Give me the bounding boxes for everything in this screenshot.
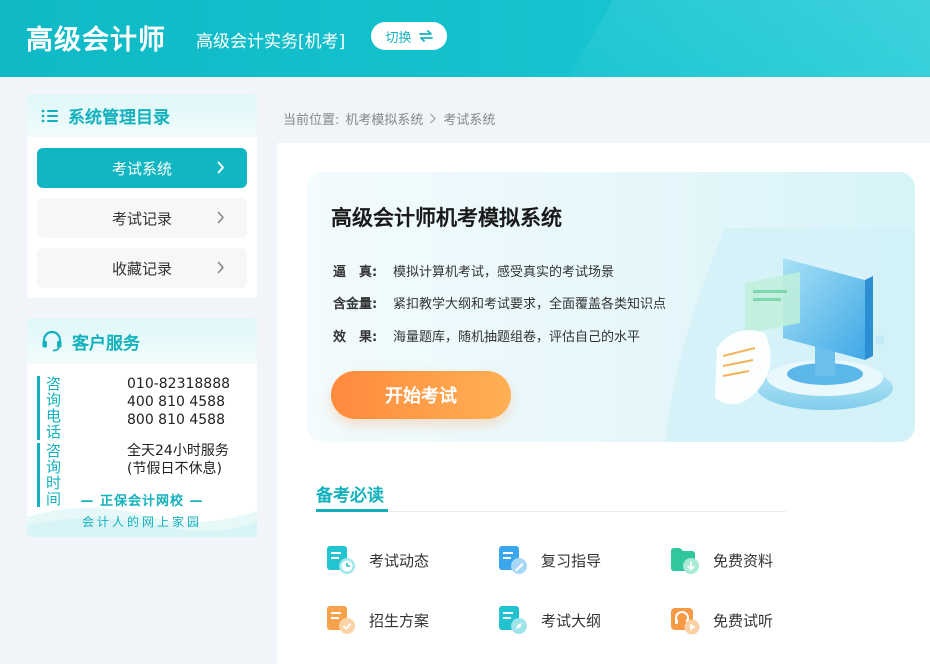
chevron-right-icon [217, 211, 224, 224]
prep-link-exam-news[interactable]: 考试动态 [325, 544, 429, 576]
chevron-right-icon [430, 113, 437, 124]
chevron-right-icon [217, 161, 224, 174]
computer-illustration [665, 228, 915, 442]
headset-icon [42, 330, 62, 352]
news-clock-icon [327, 546, 355, 574]
time-note: (节假日不休息) [127, 461, 222, 477]
headphones-play-icon [671, 608, 700, 635]
phone-number: 800 810 4588 [127, 412, 225, 428]
feature-item: 含金量: 紧扣教学大纲和考试要求，全面覆盖各类知识点 [333, 293, 666, 312]
catalog-panel: 系统管理目录 考试系统 考试记录 收藏记录 [27, 94, 257, 298]
service-panel: 客户服务 咨询电话 010-82318888 400 810 4588 800 … [27, 318, 257, 537]
hero-title: 高级会计师机考模拟系统 [331, 206, 562, 230]
guide-pen-icon [499, 546, 527, 574]
feature-value: 模拟计算机考试，感受真实的考试场景 [393, 265, 615, 280]
prep-link-label: 复习指导 [541, 551, 602, 570]
phone-number: 400 810 4588 [127, 394, 225, 410]
service-title: 客户服务 [72, 333, 140, 354]
prep-link-free-materials[interactable]: 免费资料 [669, 544, 773, 576]
feature-key: 效 果: [333, 330, 378, 345]
brand-name: — 正保会计网校 — [80, 494, 204, 509]
chevron-right-icon [217, 261, 224, 274]
prep-link-label: 考试大纲 [541, 611, 602, 630]
logo-title: 高级会计师 [26, 25, 166, 56]
catalog-title: 系统管理目录 [68, 108, 170, 128]
sidebar-item-favorites[interactable]: 收藏记录 [37, 248, 247, 288]
prep-link-review-guide[interactable]: 复习指导 [497, 544, 601, 576]
feature-item: 效 果: 海量题库，随机抽题组卷，评估自己的水平 [333, 326, 640, 345]
outline-compass-icon [499, 606, 527, 634]
prep-link-enrollment-plan[interactable]: 招生方案 [325, 604, 429, 636]
folder-download-icon [671, 548, 699, 574]
breadcrumb-item: 考试系统 [443, 113, 496, 128]
hero-banner: 高级会计师机考模拟系统 逼 真: 模拟计算机考试，感受真实的考试场景 含金量: 紧扣… [307, 172, 915, 442]
prep-link-label: 免费资料 [713, 551, 774, 570]
main-content: 高级会计师机考模拟系统 逼 真: 模拟计算机考试，感受真实的考试场景 含金量: 紧扣… [277, 143, 930, 664]
sidebar-item-label: 考试记录 [111, 209, 172, 228]
service-header: 客户服务 [27, 318, 257, 364]
brand-block: — 正保会计网校 — 会计人的网上家园 [27, 490, 257, 530]
exam-name: 高级会计实务[机考] [196, 32, 346, 52]
app-header: 高级会计师 高级会计实务[机考] 切换 [0, 0, 930, 77]
feature-key: 含金量: [333, 297, 378, 312]
feature-value: 紧扣教学大纲和考试要求，全面覆盖各类知识点 [393, 297, 667, 312]
feature-value: 海量题库，随机抽题组卷，评估自己的水平 [393, 330, 641, 345]
feature-key: 逼 真: [333, 265, 378, 280]
sidebar-item-exam-records[interactable]: 考试记录 [37, 198, 247, 238]
time-value: 全天24小时服务 [127, 443, 229, 459]
sidebar-item-label: 收藏记录 [111, 259, 172, 278]
sidebar-item-label: 考试系统 [111, 159, 172, 178]
breadcrumb-prefix: 当前位置: [283, 113, 340, 128]
prep-link-label: 招生方案 [369, 611, 430, 630]
catalog-header: 系统管理目录 [27, 94, 257, 137]
section-underline [316, 509, 388, 512]
start-exam-button[interactable]: 开始考试 [331, 371, 511, 419]
feature-item: 逼 真: 模拟计算机考试，感受真实的考试场景 [333, 261, 614, 280]
switch-button[interactable]: 切换 [371, 22, 447, 50]
prep-section-title: 备考必读 [316, 486, 384, 506]
phone-label: 咨询电话 [37, 376, 61, 440]
header-decoration [532, 0, 930, 77]
prep-link-label: 考试动态 [369, 551, 430, 570]
breadcrumb-item[interactable]: 机考模拟系统 [345, 109, 423, 128]
prep-link-exam-outline[interactable]: 考试大纲 [497, 604, 601, 636]
switch-label: 切换 [385, 30, 412, 46]
phone-number: 010-82318888 [127, 376, 231, 392]
breadcrumb: 当前位置: 机考模拟系统 考试系统 [283, 109, 495, 128]
document-check-icon [327, 606, 355, 634]
prep-link-label: 免费试听 [713, 611, 774, 630]
brand-slogan: 会计人的网上家园 [81, 515, 202, 529]
swap-arrows-icon [418, 30, 433, 42]
prep-link-free-trial[interactable]: 免费试听 [669, 604, 773, 636]
sidebar-item-exam-system[interactable]: 考试系统 [37, 148, 247, 188]
list-icon [41, 109, 58, 122]
